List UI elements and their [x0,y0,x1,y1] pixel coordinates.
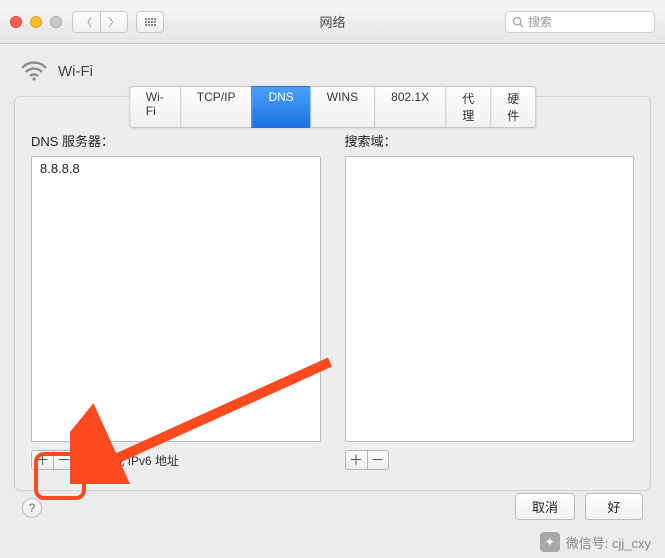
help-button[interactable]: ? [22,498,42,518]
maximize-icon [50,16,62,28]
remove-search-domain-button[interactable]: － [367,450,389,470]
window-title: 网络 [319,12,345,31]
tab-bar: Wi-Fi TCP/IP DNS WINS 802.1X 代理 硬件 [129,86,536,128]
settings-panel: Wi-Fi TCP/IP DNS WINS 802.1X 代理 硬件 DNS 服… [14,96,651,491]
add-search-domain-button[interactable]: ＋ [345,450,367,470]
tab-8021x[interactable]: 802.1X [374,86,445,128]
search-domains-list[interactable] [345,156,635,442]
search-icon [512,16,524,28]
forward-button[interactable]: 〉 [100,11,128,33]
minimize-icon[interactable] [30,16,42,28]
watermark-text: 微信号: cjj_cxy [566,533,651,552]
cancel-button[interactable]: 取消 [515,493,575,520]
search-domains-footer: ＋ － [345,450,635,470]
nav-buttons: 〈 〉 [72,11,128,33]
titlebar: 〈 〉 网络 搜索 [0,0,665,44]
back-button[interactable]: 〈 [72,11,100,33]
dns-servers-list[interactable]: 8.8.8.8 [31,156,321,442]
tab-proxy[interactable]: 代理 [445,86,490,128]
dns-server-item[interactable]: 8.8.8.8 [40,161,312,176]
tab-wifi[interactable]: Wi-Fi [129,86,180,128]
search-domains-plusminus: ＋ － [345,450,389,470]
tab-tcpip[interactable]: TCP/IP [180,86,252,128]
dns-servers-label: DNS 服务器： [31,131,321,150]
wechat-icon: ✦ [540,532,560,552]
search-domains-label: 搜索域： [345,131,635,150]
window-controls [10,16,62,28]
search-placeholder: 搜索 [528,13,552,30]
dns-columns: DNS 服务器： 8.8.8.8 ＋ － IPv4 或 IPv6 地址 搜索域： [31,131,634,470]
interface-name: Wi-Fi [58,63,93,80]
dns-servers-plusminus: ＋ － [31,450,75,470]
system-preferences-window: 〈 〉 网络 搜索 Wi-Fi Wi-Fi [0,0,665,558]
ok-button[interactable]: 好 [585,493,643,520]
content-area: Wi-Fi Wi-Fi TCP/IP DNS WINS 802.1X 代理 硬件… [0,44,665,558]
remove-dns-server-button[interactable]: － [53,450,75,470]
show-all-button[interactable] [136,11,164,33]
close-icon[interactable] [10,16,22,28]
wifi-icon [20,60,48,82]
watermark: ✦ 微信号: cjj_cxy [540,532,651,552]
tab-hardware[interactable]: 硬件 [490,86,536,128]
dns-hint: IPv4 或 IPv6 地址 [85,452,179,469]
tab-wins[interactable]: WINS [310,86,374,128]
dialog-buttons: 取消 好 [515,493,643,520]
tab-dns[interactable]: DNS [251,86,309,128]
search-input[interactable]: 搜索 [505,11,655,33]
search-domains-column: 搜索域： ＋ － [345,131,635,470]
add-dns-server-button[interactable]: ＋ [31,450,53,470]
dns-servers-footer: ＋ － IPv4 或 IPv6 地址 [31,450,321,470]
dns-servers-column: DNS 服务器： 8.8.8.8 ＋ － IPv4 或 IPv6 地址 [31,131,321,470]
grid-icon [145,18,156,26]
